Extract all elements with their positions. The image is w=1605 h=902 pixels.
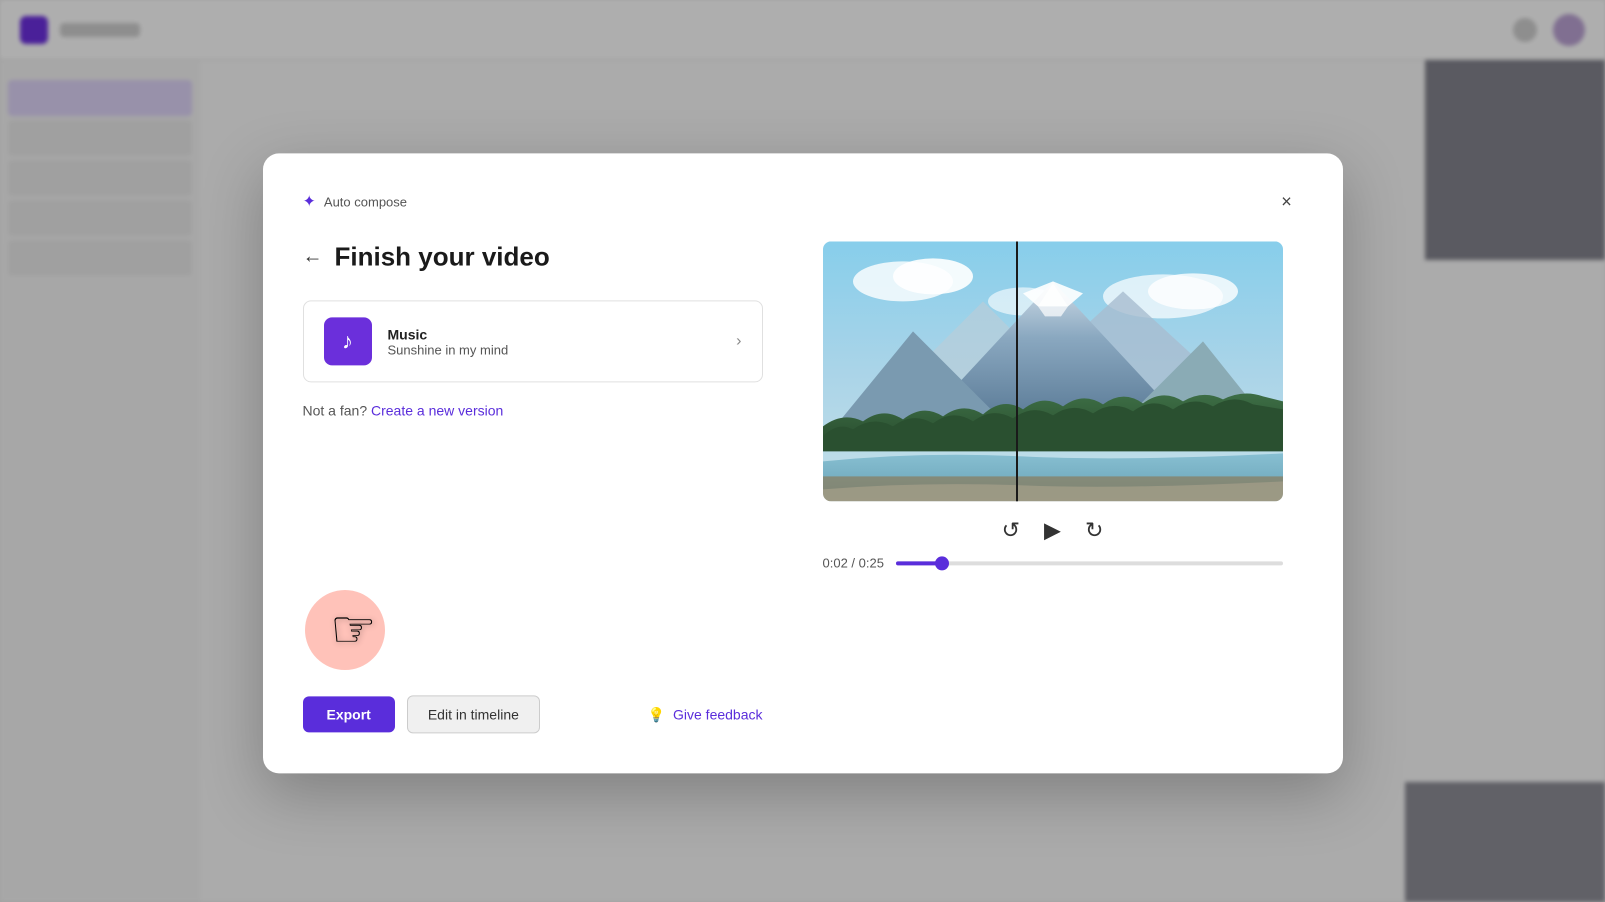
modal-header: ✦ Auto compose × xyxy=(303,185,1303,217)
music-label: Music xyxy=(388,326,721,342)
video-controls: ↺ ▶ ↻ xyxy=(1002,517,1104,543)
not-a-fan-text: Not a fan? Create a new version xyxy=(303,402,763,418)
edit-timeline-button[interactable]: Edit in timeline xyxy=(407,695,540,733)
close-button[interactable]: × xyxy=(1271,185,1303,217)
export-button[interactable]: Export xyxy=(303,696,395,732)
play-button[interactable]: ▶ xyxy=(1044,517,1061,543)
auto-compose-label: ✦ Auto compose xyxy=(303,191,408,211)
progress-fill xyxy=(896,561,942,565)
right-panel: ↺ ▶ ↻ 0:02 / 0:25 xyxy=(803,241,1303,733)
progress-thumb xyxy=(935,556,949,570)
music-note-icon: ♪ xyxy=(342,328,353,354)
give-feedback-button[interactable]: 💡 Give feedback xyxy=(648,706,763,723)
bottom-actions: Export Edit in timeline 💡 Give feedback xyxy=(303,663,763,733)
chevron-right-icon: › xyxy=(736,332,741,350)
forward-button[interactable]: ↻ xyxy=(1085,517,1103,543)
progress-track[interactable] xyxy=(896,561,1283,565)
modal-body: ← Finish your video ♪ Music Sunshine in … xyxy=(303,241,1303,733)
page-title: Finish your video xyxy=(335,241,550,272)
create-new-version-link[interactable]: Create a new version xyxy=(371,402,503,418)
video-preview xyxy=(823,241,1283,501)
left-buttons: Export Edit in timeline xyxy=(303,695,540,733)
finish-video-modal: ✦ Auto compose × ← Finish your video ♪ M xyxy=(263,153,1343,773)
sparkle-icon: ✦ xyxy=(303,191,316,211)
music-info: Music Sunshine in my mind xyxy=(388,326,721,357)
back-button[interactable]: ← xyxy=(303,245,323,268)
back-arrow-icon: ← xyxy=(303,245,323,268)
rewind-button[interactable]: ↺ xyxy=(1002,517,1020,543)
playhead-line xyxy=(1016,241,1018,501)
progress-row: 0:02 / 0:25 xyxy=(823,555,1283,570)
feedback-icon: 💡 xyxy=(648,706,665,723)
mountain-landscape xyxy=(823,241,1283,501)
music-icon-box: ♪ xyxy=(324,317,372,365)
auto-compose-text: Auto compose xyxy=(324,194,407,209)
time-display: 0:02 / 0:25 xyxy=(823,555,884,570)
forward-icon: ↻ xyxy=(1085,517,1103,543)
music-card[interactable]: ♪ Music Sunshine in my mind › xyxy=(303,300,763,382)
page-title-row: ← Finish your video xyxy=(303,241,763,272)
click-ripple xyxy=(305,590,385,670)
feedback-label: Give feedback xyxy=(673,706,763,722)
play-icon: ▶ xyxy=(1044,517,1061,543)
music-song-name: Sunshine in my mind xyxy=(388,342,721,357)
close-icon: × xyxy=(1281,191,1292,212)
rewind-icon: ↺ xyxy=(1002,517,1020,543)
